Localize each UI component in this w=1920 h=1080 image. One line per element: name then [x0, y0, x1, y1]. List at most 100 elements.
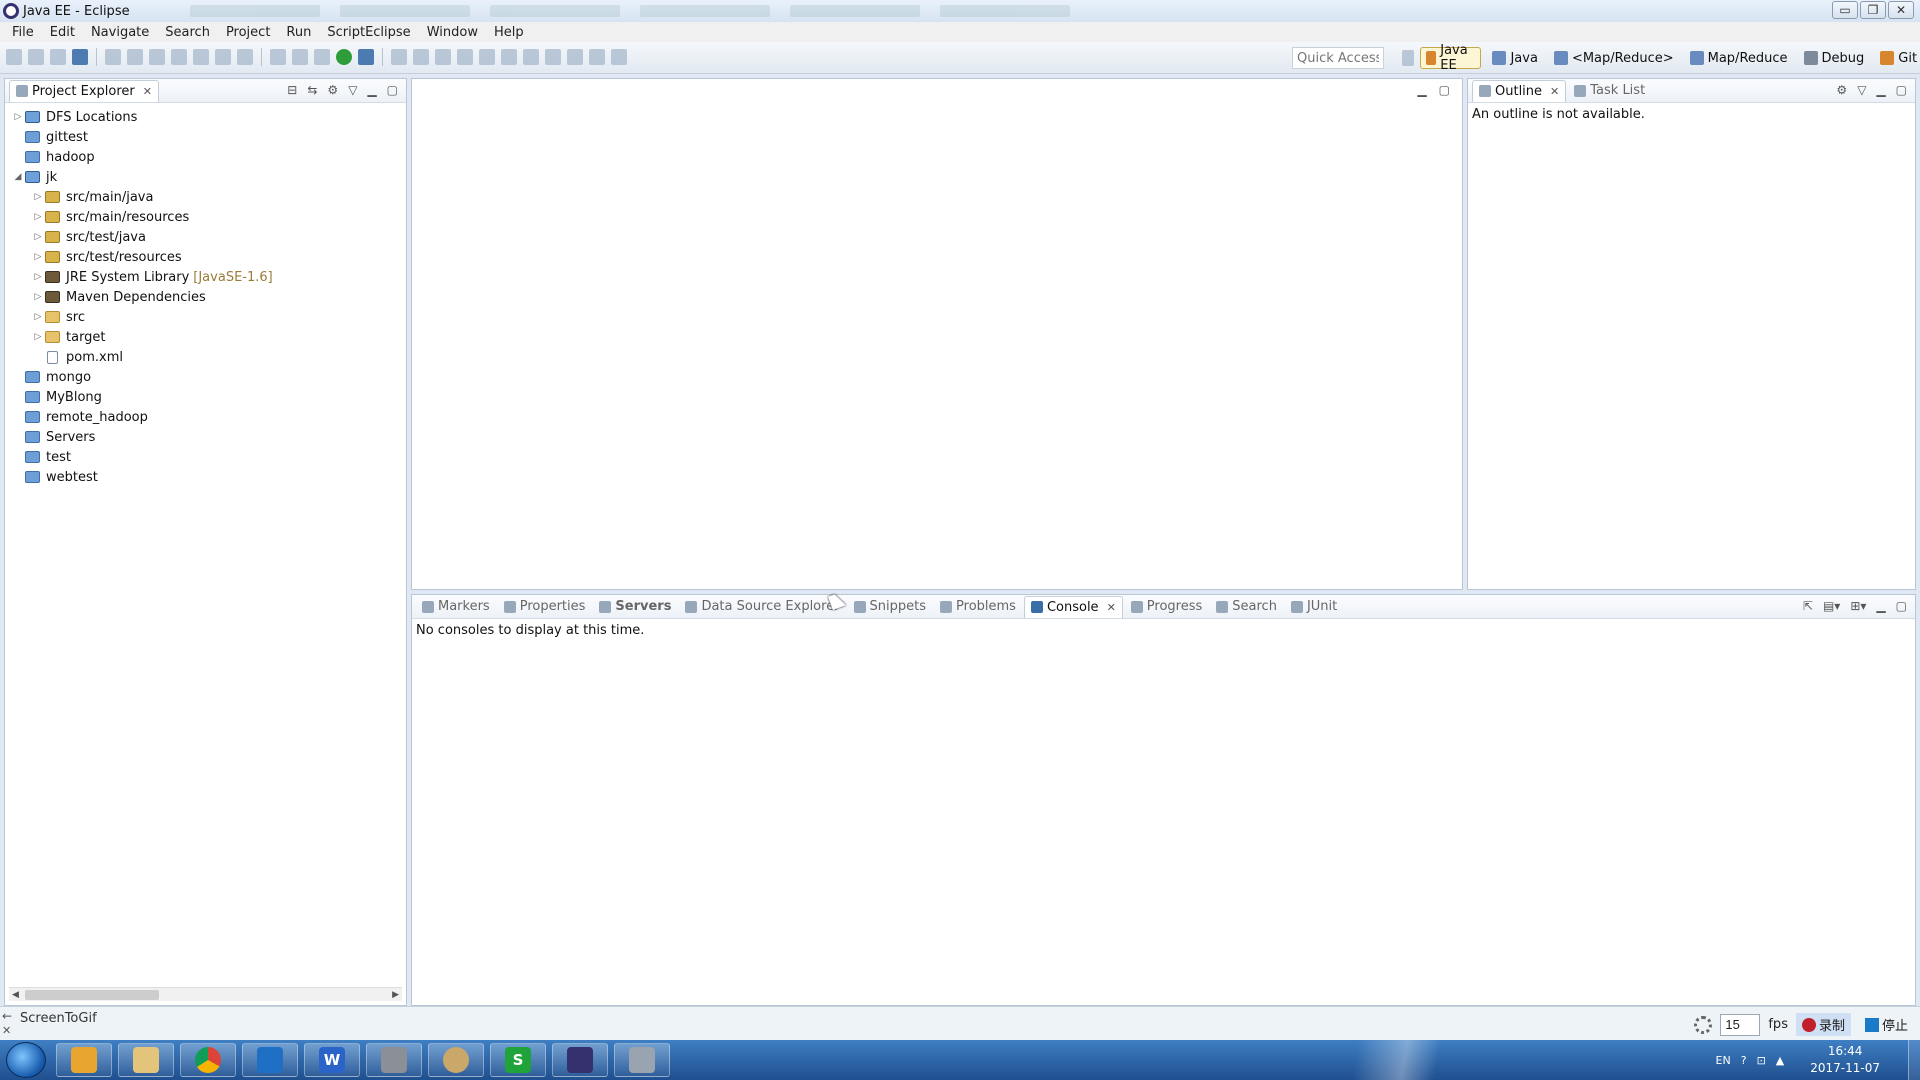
- tree-item[interactable]: remote_hadoop: [5, 407, 406, 427]
- last-edit-icon[interactable]: [567, 49, 583, 65]
- perspective-debug[interactable]: Debug: [1799, 47, 1870, 69]
- step-into-icon[interactable]: [215, 49, 231, 65]
- scroll-left-icon[interactable]: ◀: [12, 988, 19, 1002]
- record-button[interactable]: 录制: [1795, 1013, 1851, 1036]
- collapse-all-icon[interactable]: ⊟: [287, 83, 297, 97]
- minimize-editor-icon[interactable]: ▁: [1417, 83, 1426, 97]
- clock[interactable]: 16:44 2017-11-07: [1810, 1043, 1880, 1077]
- close-icon[interactable]: ✕: [2, 1024, 11, 1037]
- filter-icon[interactable]: ⚙: [327, 83, 338, 97]
- expand-toggle-icon[interactable]: ▷: [31, 292, 45, 302]
- step-over-icon[interactable]: [237, 49, 253, 65]
- tree-item[interactable]: ▷ DFS Locations: [5, 107, 406, 127]
- perspective-git[interactable]: Git: [1875, 47, 1920, 69]
- expand-toggle-icon[interactable]: ▷: [31, 212, 45, 222]
- menu-run[interactable]: Run: [278, 25, 319, 40]
- new-server-icon[interactable]: [391, 49, 407, 65]
- run-icon[interactable]: [336, 49, 352, 65]
- tab-snippets[interactable]: Snippets: [848, 596, 932, 618]
- open-console-icon[interactable]: [72, 49, 88, 65]
- close-icon[interactable]: ✕: [1550, 85, 1559, 98]
- back-arrow-icon[interactable]: ←: [2, 1009, 12, 1023]
- tab-task-list[interactable]: Task List: [1568, 80, 1651, 102]
- tree-item[interactable]: ▷ Maven Dependencies: [5, 287, 406, 307]
- search-icon[interactable]: [479, 49, 495, 65]
- start-button[interactable]: [6, 1042, 46, 1078]
- perspective-map-reduce-default[interactable]: <Map/Reduce>: [1549, 47, 1679, 69]
- word-wrap-icon[interactable]: [292, 49, 308, 65]
- tab-properties[interactable]: Properties: [498, 596, 592, 618]
- tab-outline[interactable]: Outline ✕: [1472, 79, 1567, 102]
- gear-icon[interactable]: [1694, 1015, 1713, 1034]
- back-icon[interactable]: [589, 49, 605, 65]
- view-menu-icon[interactable]: ▽: [1857, 83, 1866, 97]
- tab-junit[interactable]: JUnit: [1285, 596, 1343, 618]
- open-type-icon[interactable]: [435, 49, 451, 65]
- tab-servers[interactable]: Servers: [593, 596, 677, 618]
- menu-edit[interactable]: Edit: [42, 25, 83, 40]
- view-menu-icon[interactable]: ▽: [348, 83, 357, 97]
- tab-data-source-explorer[interactable]: Data Source Explorer: [679, 596, 845, 618]
- expand-toggle-icon[interactable]: ▷: [31, 252, 45, 262]
- display-console-icon[interactable]: ▤▾: [1823, 599, 1840, 613]
- tree-item[interactable]: pom.xml: [5, 347, 406, 367]
- network-icon[interactable]: ⊡: [1757, 1054, 1766, 1067]
- pin-console-icon[interactable]: ⇱: [1803, 599, 1813, 613]
- maximize-view-icon[interactable]: ▢: [1896, 83, 1907, 97]
- expand-toggle-icon[interactable]: ▷: [31, 312, 45, 322]
- tab-problems[interactable]: Problems: [934, 596, 1022, 618]
- open-console-icon[interactable]: ⊞▾: [1850, 599, 1866, 613]
- menu-file[interactable]: File: [4, 25, 42, 40]
- taskbar-app-9[interactable]: [552, 1043, 608, 1077]
- expand-toggle-icon[interactable]: ▷: [31, 272, 45, 282]
- quick-access-input[interactable]: [1292, 47, 1384, 69]
- menu-navigate[interactable]: Navigate: [83, 25, 157, 40]
- taskbar-app-1[interactable]: [56, 1043, 112, 1077]
- minimize-view-icon[interactable]: ▁: [367, 83, 376, 97]
- forward-icon[interactable]: [611, 49, 627, 65]
- show-desktop-button[interactable]: [1908, 1040, 1920, 1080]
- scrollbar-thumb[interactable]: [25, 990, 159, 1000]
- minimize-view-icon[interactable]: ▁: [1876, 83, 1885, 97]
- disconnect-icon[interactable]: [193, 49, 209, 65]
- taskbar-app-3[interactable]: [180, 1043, 236, 1077]
- new-class-icon[interactable]: [413, 49, 429, 65]
- menu-window[interactable]: Window: [419, 25, 486, 40]
- taskbar-app-5[interactable]: W: [304, 1043, 360, 1077]
- tree-item[interactable]: hadoop: [5, 147, 406, 167]
- open-perspective-icon[interactable]: [1402, 50, 1414, 66]
- tree-item[interactable]: Servers: [5, 427, 406, 447]
- close-icon[interactable]: ✕: [1107, 601, 1116, 614]
- tree-item[interactable]: MyBlong: [5, 387, 406, 407]
- minimize-button[interactable]: ▭: [1832, 1, 1858, 19]
- taskbar-app-6[interactable]: [366, 1043, 422, 1077]
- close-icon[interactable]: ✕: [143, 85, 152, 98]
- filter-icon[interactable]: ⚙: [1836, 83, 1847, 97]
- help-icon[interactable]: [501, 49, 517, 65]
- tree-item[interactable]: ▷ target: [5, 327, 406, 347]
- taskbar-app-10[interactable]: [614, 1043, 670, 1077]
- tree-item[interactable]: ▷ JRE System Library [JavaSE-1.6]: [5, 267, 406, 287]
- debug-icon[interactable]: [314, 49, 330, 65]
- maximize-editor-icon[interactable]: ▢: [1439, 83, 1450, 97]
- fps-input[interactable]: [1720, 1013, 1761, 1036]
- taskbar-app-8[interactable]: S: [490, 1043, 546, 1077]
- minimize-view-icon[interactable]: ▁: [1876, 599, 1885, 613]
- tab-project-explorer[interactable]: Project Explorer ✕: [9, 79, 159, 102]
- suspend-icon[interactable]: [149, 49, 165, 65]
- toggle-block-icon[interactable]: [270, 49, 286, 65]
- expand-toggle-icon[interactable]: ▷: [11, 112, 25, 122]
- expand-toggle-icon[interactable]: ◢: [11, 172, 25, 182]
- perspective-java-ee[interactable]: Java EE: [1419, 43, 1482, 73]
- new-icon[interactable]: [6, 49, 22, 65]
- expand-toggle-icon[interactable]: ▷: [31, 192, 45, 202]
- taskbar-app-2[interactable]: [118, 1043, 174, 1077]
- help-icon[interactable]: ?: [1741, 1054, 1747, 1067]
- external-tools-icon[interactable]: [358, 49, 374, 65]
- next-annotation-icon[interactable]: [545, 49, 561, 65]
- horizontal-scrollbar[interactable]: ◀ ▶: [9, 987, 402, 1001]
- resume-icon[interactable]: [127, 49, 143, 65]
- tab-markers[interactable]: Markers: [416, 596, 496, 618]
- expand-toggle-icon[interactable]: ▷: [31, 232, 45, 242]
- perspective-java[interactable]: Java: [1487, 47, 1542, 69]
